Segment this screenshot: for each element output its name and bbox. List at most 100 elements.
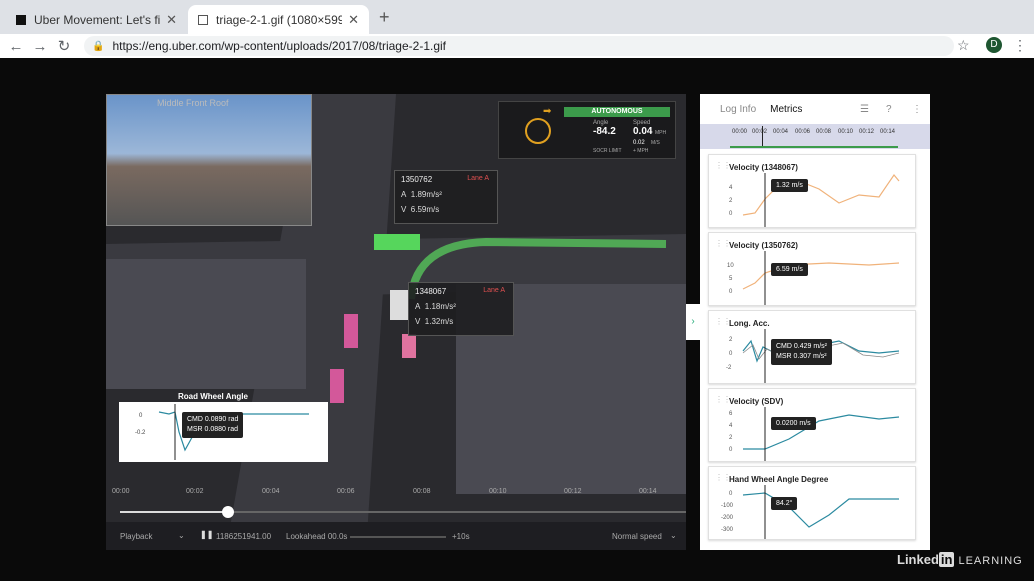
velocity-label: V xyxy=(401,205,407,214)
timeline-progress xyxy=(120,511,228,513)
metric-tooltip: CMD 0.429 m/s² MSR 0.307 m/s² xyxy=(771,339,832,365)
tab-triage-gif[interactable]: triage-2-1.gif (1080×599) ✕ xyxy=(188,5,369,34)
new-tab-icon[interactable]: + xyxy=(379,7,390,28)
close-tab-icon[interactable]: ✕ xyxy=(348,12,359,28)
tab-log-info[interactable]: Log Info xyxy=(720,104,756,115)
more-icon[interactable]: ⋮ xyxy=(912,104,922,115)
playback-controls: Playback ⌄ ❚❚ 1186251941.00 Lookahead 00… xyxy=(106,522,686,550)
metric-card: ⋮⋮ Velocity (SDV) 6 4 2 0 0.0200 m/s xyxy=(708,388,916,462)
timeline-tick: 00:06 xyxy=(337,488,355,495)
parked-vehicle xyxy=(344,314,358,348)
panel-tick: 00:00 xyxy=(732,129,748,135)
timeline-tick: 00:12 xyxy=(564,488,582,495)
reload-icon[interactable]: ↻ xyxy=(52,37,76,55)
accel-unit: M/S xyxy=(651,140,660,146)
brand-suffix: LEARNING xyxy=(958,555,1023,567)
panel-tick: 00:12 xyxy=(859,129,875,135)
playback-mode-select[interactable]: Playback xyxy=(120,532,152,541)
speed-select[interactable]: Normal speed xyxy=(612,532,662,541)
lock-icon: 🔒 xyxy=(92,40,105,52)
tooltip-unit: m/s xyxy=(791,182,803,189)
metric-card: ⋮⋮ Velocity (1348067) 4 2 0 1.32 m/s xyxy=(708,154,916,228)
panel-tick: 00:10 xyxy=(838,129,854,135)
lookahead-slider[interactable] xyxy=(350,536,446,538)
velocity-value: 1.32m/s xyxy=(424,317,454,326)
tooltip-value: 1.32 xyxy=(776,182,790,189)
accel-value: 1.18m/s² xyxy=(424,302,456,311)
tooltip-value: 84.2 xyxy=(776,500,790,507)
tooltip-unit: m/s xyxy=(791,266,803,273)
metric-line xyxy=(742,485,899,539)
chevron-down-icon[interactable]: ⌄ xyxy=(178,531,185,540)
tab-uber-movement[interactable]: Uber Movement: Let's find sma ✕ xyxy=(6,5,187,34)
filter-icon[interactable]: ☰ xyxy=(860,104,869,115)
timeline-tick: 00:02 xyxy=(186,488,204,495)
url-text: https://eng.uber.com/wp-content/uploads/… xyxy=(112,39,446,53)
parked-vehicle xyxy=(330,369,344,403)
vehicle-1350762[interactable] xyxy=(374,234,420,250)
tooltip-unit: m/s² xyxy=(813,343,827,350)
panel-timeline[interactable]: 00:00 00:02 00:04 00:06 00:08 00:10 00:1… xyxy=(700,124,930,149)
metric-tooltip: 0.0200 m/s xyxy=(771,417,816,430)
vehicle-1348067[interactable] xyxy=(390,290,408,320)
accel-value: 0.02 xyxy=(633,140,645,146)
timeline-tick: 00:10 xyxy=(489,488,507,495)
forward-icon[interactable]: → xyxy=(28,38,52,55)
vehicle-card-1348067: 1348067 Lane A A 1.18m/s² V 1.32m/s xyxy=(408,282,514,336)
toolbar: ← → ↻ 🔒 https://eng.uber.com/wp-content/… xyxy=(0,34,1034,58)
timeline-handle[interactable] xyxy=(221,506,234,518)
cmd-label: CMD xyxy=(187,416,203,423)
panel-tick: 00:14 xyxy=(880,129,896,135)
back-icon[interactable]: ← xyxy=(4,38,28,55)
metric-card: ⋮⋮ Velocity (1350762) 10 5 0 6.59 m/s xyxy=(708,232,916,306)
autonomous-badge: AUTONOMOUS xyxy=(564,107,670,117)
panel-tick: 00:02 xyxy=(752,129,768,135)
panel-tick: 00:06 xyxy=(795,129,811,135)
map-visualization[interactable]: Middle Front Roof AUTONOMOUS Angle -84.2… xyxy=(106,94,686,550)
panel-timeline-bar xyxy=(730,146,898,148)
pause-icon[interactable]: ❚❚ xyxy=(200,530,213,539)
metric-tooltip: 6.59 m/s xyxy=(771,263,808,276)
tab-title: triage-2-1.gif (1080×599) xyxy=(216,12,343,27)
address-field[interactable]: 🔒 https://eng.uber.com/wp-content/upload… xyxy=(84,36,954,56)
msr-value: 0.307 xyxy=(793,353,812,360)
road-wheel-chart: 0 -0.2 CMD 0.0890 rad MSR 0.0880 rad xyxy=(119,402,328,462)
chevron-down-icon[interactable]: ⌄ xyxy=(670,531,677,540)
accel-row: A 1.89m/s² xyxy=(401,190,491,199)
msr-label: MSR xyxy=(187,426,203,433)
browser-menu-icon[interactable]: ⋮ xyxy=(1013,37,1027,54)
accel-label: A xyxy=(401,190,407,199)
cmd-value: 0.0890 xyxy=(204,416,227,423)
steering-wheel-icon xyxy=(525,118,551,144)
panel-timeline-cursor xyxy=(762,126,763,148)
velocity-row: V 6.59m/s xyxy=(401,205,491,214)
timeline-tick: 00:08 xyxy=(413,488,431,495)
help-icon[interactable]: ? xyxy=(886,104,892,115)
metrics-panel: Log Info Metrics ☰ ? ⋮ 00:00 00:02 00:04… xyxy=(700,94,930,550)
ego-vehicle xyxy=(402,334,416,358)
timeline-tick: 00:00 xyxy=(112,488,130,495)
viz-timeline[interactable]: 00:00 00:02 00:04 00:06 00:08 00:10 00:1… xyxy=(106,488,686,522)
metric-tooltip: 1.32 m/s xyxy=(771,179,808,192)
metric-line xyxy=(742,173,900,227)
velocity-row: V 1.32m/s xyxy=(415,317,507,326)
tab-title: Uber Movement: Let's find sma xyxy=(34,12,161,27)
metric-card: ⋮⋮ Hand Wheel Angle Degree 0 -100 -200 -… xyxy=(708,466,916,540)
tab-metrics[interactable]: Metrics xyxy=(770,104,802,115)
close-tab-icon[interactable]: ✕ xyxy=(166,12,177,28)
profile-avatar[interactable]: D xyxy=(986,37,1002,53)
tooltip-unit: m/s xyxy=(799,420,811,427)
collapse-panel-icon[interactable]: › xyxy=(686,304,700,340)
timestamp: 1186251941.00 xyxy=(216,532,272,541)
lane-label: Lane A xyxy=(467,175,489,182)
tooltip-unit: m/s² xyxy=(812,353,827,360)
angle-value: -84.2 xyxy=(593,126,616,137)
building-block xyxy=(106,259,306,389)
timeline-track[interactable] xyxy=(120,506,686,518)
panel-tabs: Log Info Metrics ☰ ? ⋮ xyxy=(700,94,930,124)
camera-title: Middle Front Roof xyxy=(157,98,229,108)
arrow-right-icon: ➡ xyxy=(543,106,552,117)
timeline-tick: 00:14 xyxy=(639,488,657,495)
vehicle-id: 1348067 xyxy=(415,287,447,296)
bookmark-star-icon[interactable]: ☆ xyxy=(957,37,970,54)
